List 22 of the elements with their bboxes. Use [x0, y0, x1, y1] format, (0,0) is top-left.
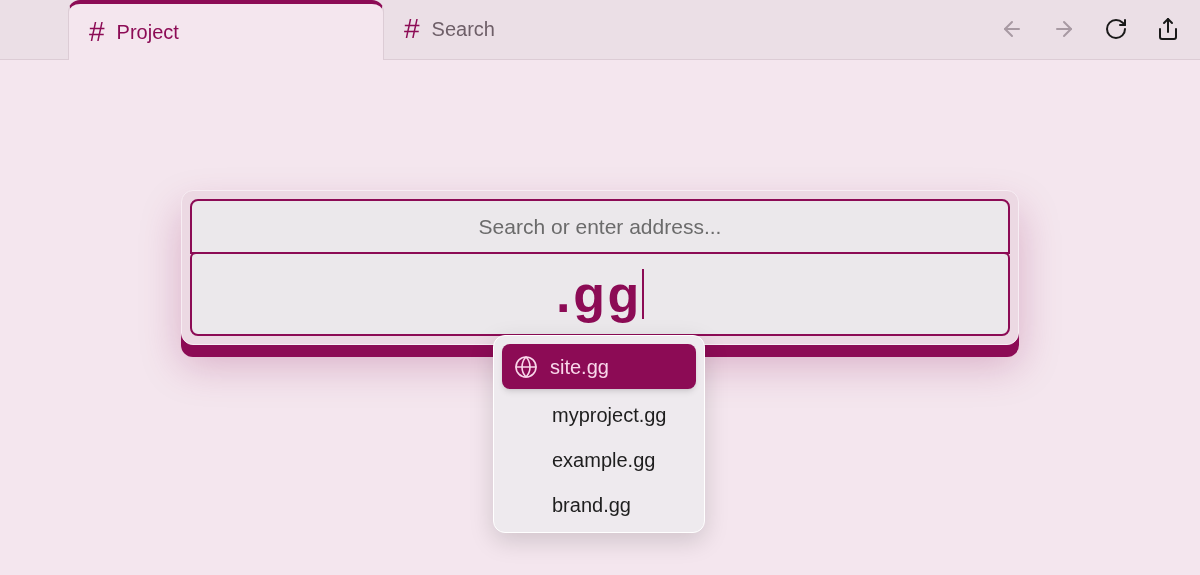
suggestion-item[interactable]: example.gg: [502, 440, 696, 479]
tab[interactable]: # Search: [384, 0, 584, 59]
text-cursor: [641, 269, 644, 319]
suggestion-item[interactable]: brand.gg: [502, 485, 696, 524]
suggestion-label: site.gg: [550, 354, 609, 380]
hash-icon: #: [89, 18, 105, 46]
hash-icon: #: [404, 15, 420, 43]
tab[interactable]: # Project: [68, 0, 384, 60]
suggestion-label: myproject.gg: [552, 402, 667, 428]
reload-button[interactable]: [1104, 17, 1128, 41]
suggestion-item[interactable]: site.gg: [502, 344, 696, 389]
share-icon: [1156, 17, 1180, 41]
tab-label: Search: [431, 17, 495, 42]
input-field[interactable]: .gg: [190, 252, 1010, 336]
suggestion-item[interactable]: myproject.gg: [502, 395, 696, 434]
share-button[interactable]: [1156, 17, 1180, 41]
suggestion-label: example.gg: [552, 447, 656, 473]
tab-label: Project: [116, 20, 179, 45]
globe-icon: [514, 354, 538, 379]
reload-icon: [1104, 17, 1128, 41]
suggestion-label: brand.gg: [552, 492, 631, 518]
address-field[interactable]: Search or enter address...: [190, 199, 1010, 254]
